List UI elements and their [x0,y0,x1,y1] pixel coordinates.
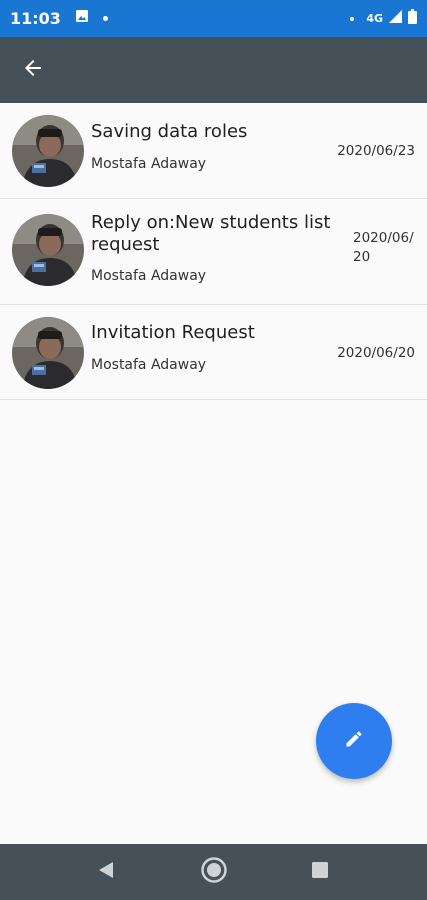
message-list: Saving data roles Mostafa Adaway 2020/06… [0,103,427,400]
message-date: 2020/06/23 [337,143,415,159]
nav-recents-button[interactable] [304,856,336,888]
list-item[interactable]: Invitation Request Mostafa Adaway 2020/0… [0,305,427,400]
signal-icon [389,9,402,28]
home-circle-icon [200,856,228,889]
message-title: Invitation Request [91,322,255,343]
status-bar: 11:03 4G [0,0,427,37]
message-sender: Mostafa Adaway [91,156,207,172]
nav-back-button[interactable] [90,856,122,888]
back-triangle-icon [96,860,116,885]
compose-button[interactable] [316,703,392,779]
avatar [12,214,84,286]
message-sender: Mostafa Adaway [91,268,207,284]
message-date: 2020/06/20 [337,345,415,361]
image-icon [75,9,89,28]
message-date: 2020/06/20 [353,230,414,265]
message-sender: Mostafa Adaway [91,357,207,373]
arrow-back-icon [21,56,45,85]
app-bar [0,37,427,103]
avatar [12,115,84,187]
message-title: Reply on:New students list request [91,212,331,255]
pencil-icon [344,729,364,754]
status-time: 11:03 [10,9,61,28]
network-label: 4G [366,12,383,25]
nav-home-button[interactable] [198,856,230,888]
message-title: Saving data roles [91,121,248,142]
navigation-bar [0,844,427,900]
battery-icon [408,8,417,29]
avatar [12,317,84,389]
list-item[interactable]: Saving data roles Mostafa Adaway 2020/06… [0,103,427,199]
notification-dot-icon [102,16,108,21]
dot-icon [350,16,355,21]
back-button[interactable] [9,46,57,94]
recents-square-icon [311,861,329,884]
list-item[interactable]: Reply on:New students list request Mosta… [0,199,427,305]
